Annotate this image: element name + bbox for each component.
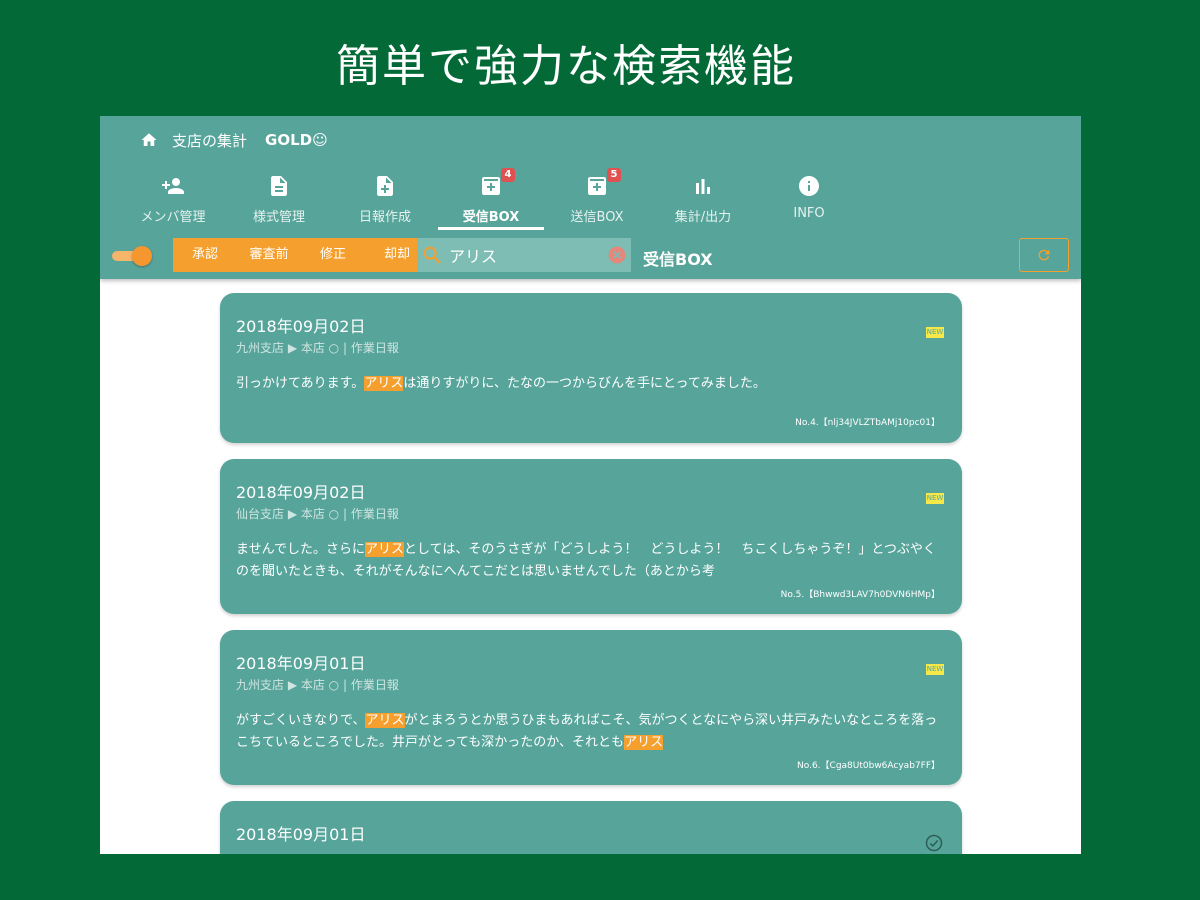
info-icon bbox=[797, 174, 821, 198]
inbox-icon: 4 bbox=[479, 168, 515, 198]
report-date: 2018年09月02日 bbox=[236, 317, 366, 336]
tab-create-report[interactable]: 日報作成 bbox=[332, 168, 438, 230]
report-list: 2018年09月02日 九州支店 ▶ 本店 ○ | 作業日報 NEW 引っかけて… bbox=[220, 293, 962, 854]
report-number: No.6.【Cga8Ut0bw6Acyab7FF】 bbox=[797, 761, 940, 771]
filter-revision[interactable]: 修正 bbox=[301, 238, 365, 272]
tab-label: 日報作成 bbox=[358, 210, 411, 225]
report-body: がすごくいきなりで、アリスがとまろうとか思うひまもあればこそ、気がつくとなにやら… bbox=[236, 713, 938, 750]
outbox-icon: 5 bbox=[585, 168, 621, 198]
tab-label: 受信BOX bbox=[462, 210, 520, 225]
tab-forms[interactable]: 様式管理 bbox=[226, 168, 332, 230]
status-filters: 承認 審査前 修正 却却 bbox=[173, 238, 429, 272]
clear-search-icon[interactable] bbox=[607, 245, 627, 265]
report-route: 九州支店 ▶ 本店 ○ | 作業日報 bbox=[236, 678, 399, 692]
search-box bbox=[417, 238, 631, 272]
report-number: No.4.【nlj34JVLZTbAMj10pc01】 bbox=[795, 418, 940, 428]
report-card[interactable]: 2018年09月01日 bbox=[220, 801, 962, 854]
refresh-button[interactable] bbox=[1019, 238, 1069, 272]
report-date: 2018年09月01日 bbox=[236, 654, 366, 673]
document-icon bbox=[267, 174, 291, 198]
tab-outbox[interactable]: 5 送信BOX bbox=[544, 168, 650, 230]
new-badge: NEW bbox=[926, 493, 944, 504]
check-circle-icon bbox=[925, 834, 943, 852]
search-highlight: アリス bbox=[364, 542, 404, 557]
search-highlight: アリス bbox=[364, 376, 404, 391]
new-badge: NEW bbox=[926, 327, 944, 338]
main-tabs: メンバ管理 様式管理 日報作成 4 受信BOX 5 送信BOX 集計/出力 IN… bbox=[120, 168, 862, 230]
top-line: 支店の集計 GOLD☺ bbox=[140, 128, 328, 152]
outbox-count-badge: 5 bbox=[607, 168, 621, 182]
tab-label: INFO bbox=[793, 206, 825, 221]
report-body: ませんでした。さらにアリスとしては、そのうさぎが「どうしよう！ どうしよう！ ち… bbox=[236, 542, 936, 579]
report-card[interactable]: 2018年09月01日 九州支店 ▶ 本店 ○ | 作業日報 NEW がすごくい… bbox=[220, 630, 962, 785]
filter-before-review[interactable]: 審査前 bbox=[237, 238, 301, 272]
app-bar: 支店の集計 GOLD☺ メンバ管理 様式管理 日報作成 4 受信BOX 5 送信… bbox=[100, 116, 1081, 279]
report-date: 2018年09月02日 bbox=[236, 483, 366, 502]
app-window: 支店の集計 GOLD☺ メンバ管理 様式管理 日報作成 4 受信BOX 5 送信… bbox=[100, 116, 1081, 854]
toggle-knob bbox=[132, 246, 152, 266]
new-badge: NEW bbox=[926, 664, 944, 675]
note-add-icon bbox=[373, 174, 397, 198]
search-input[interactable] bbox=[447, 244, 601, 266]
tab-label: 集計/出力 bbox=[674, 210, 732, 225]
refresh-icon bbox=[1038, 249, 1050, 261]
report-body: 引っかけてあります。アリスは通りすがりに、たなの一つからびんを手にとってみました… bbox=[236, 376, 766, 391]
filter-toggle[interactable] bbox=[112, 246, 152, 266]
tab-label: メンバ管理 bbox=[140, 210, 206, 225]
home-icon[interactable] bbox=[140, 131, 158, 149]
app-title: 支店の集計 bbox=[172, 131, 248, 150]
tab-info[interactable]: INFO bbox=[756, 168, 862, 230]
tab-members[interactable]: メンバ管理 bbox=[120, 168, 226, 230]
report-route: 仙台支店 ▶ 本店 ○ | 作業日報 bbox=[236, 507, 399, 521]
report-date: 2018年09月01日 bbox=[236, 825, 366, 844]
report-card[interactable]: 2018年09月02日 九州支店 ▶ 本店 ○ | 作業日報 NEW 引っかけて… bbox=[220, 293, 962, 443]
bar-chart-icon bbox=[691, 174, 715, 198]
tool-row: 承認 審査前 修正 却却 受信BOX bbox=[100, 236, 1081, 274]
filter-approved[interactable]: 承認 bbox=[173, 238, 237, 272]
page-headline: 簡単で強力な検索機能 bbox=[336, 41, 796, 92]
tab-label: 様式管理 bbox=[252, 210, 305, 225]
report-card[interactable]: 2018年09月02日 仙台支店 ▶ 本店 ○ | 作業日報 NEW ませんでし… bbox=[220, 459, 962, 614]
search-highlight: アリス bbox=[365, 713, 405, 728]
tab-aggregate-output[interactable]: 集計/出力 bbox=[650, 168, 756, 230]
search-highlight: アリス bbox=[624, 735, 664, 750]
person-add-icon bbox=[161, 174, 185, 198]
tab-inbox[interactable]: 4 受信BOX bbox=[438, 168, 544, 230]
box-title: 受信BOX bbox=[643, 250, 713, 269]
report-route: 九州支店 ▶ 本店 ○ | 作業日報 bbox=[236, 341, 399, 355]
search-icon bbox=[423, 246, 441, 264]
inbox-count-badge: 4 bbox=[501, 168, 515, 182]
plan-label: GOLD☺ bbox=[265, 131, 328, 149]
tab-label: 送信BOX bbox=[570, 210, 624, 225]
report-number: No.5.【Bhwwd3LAV7h0DVN6HMp】 bbox=[780, 590, 940, 600]
